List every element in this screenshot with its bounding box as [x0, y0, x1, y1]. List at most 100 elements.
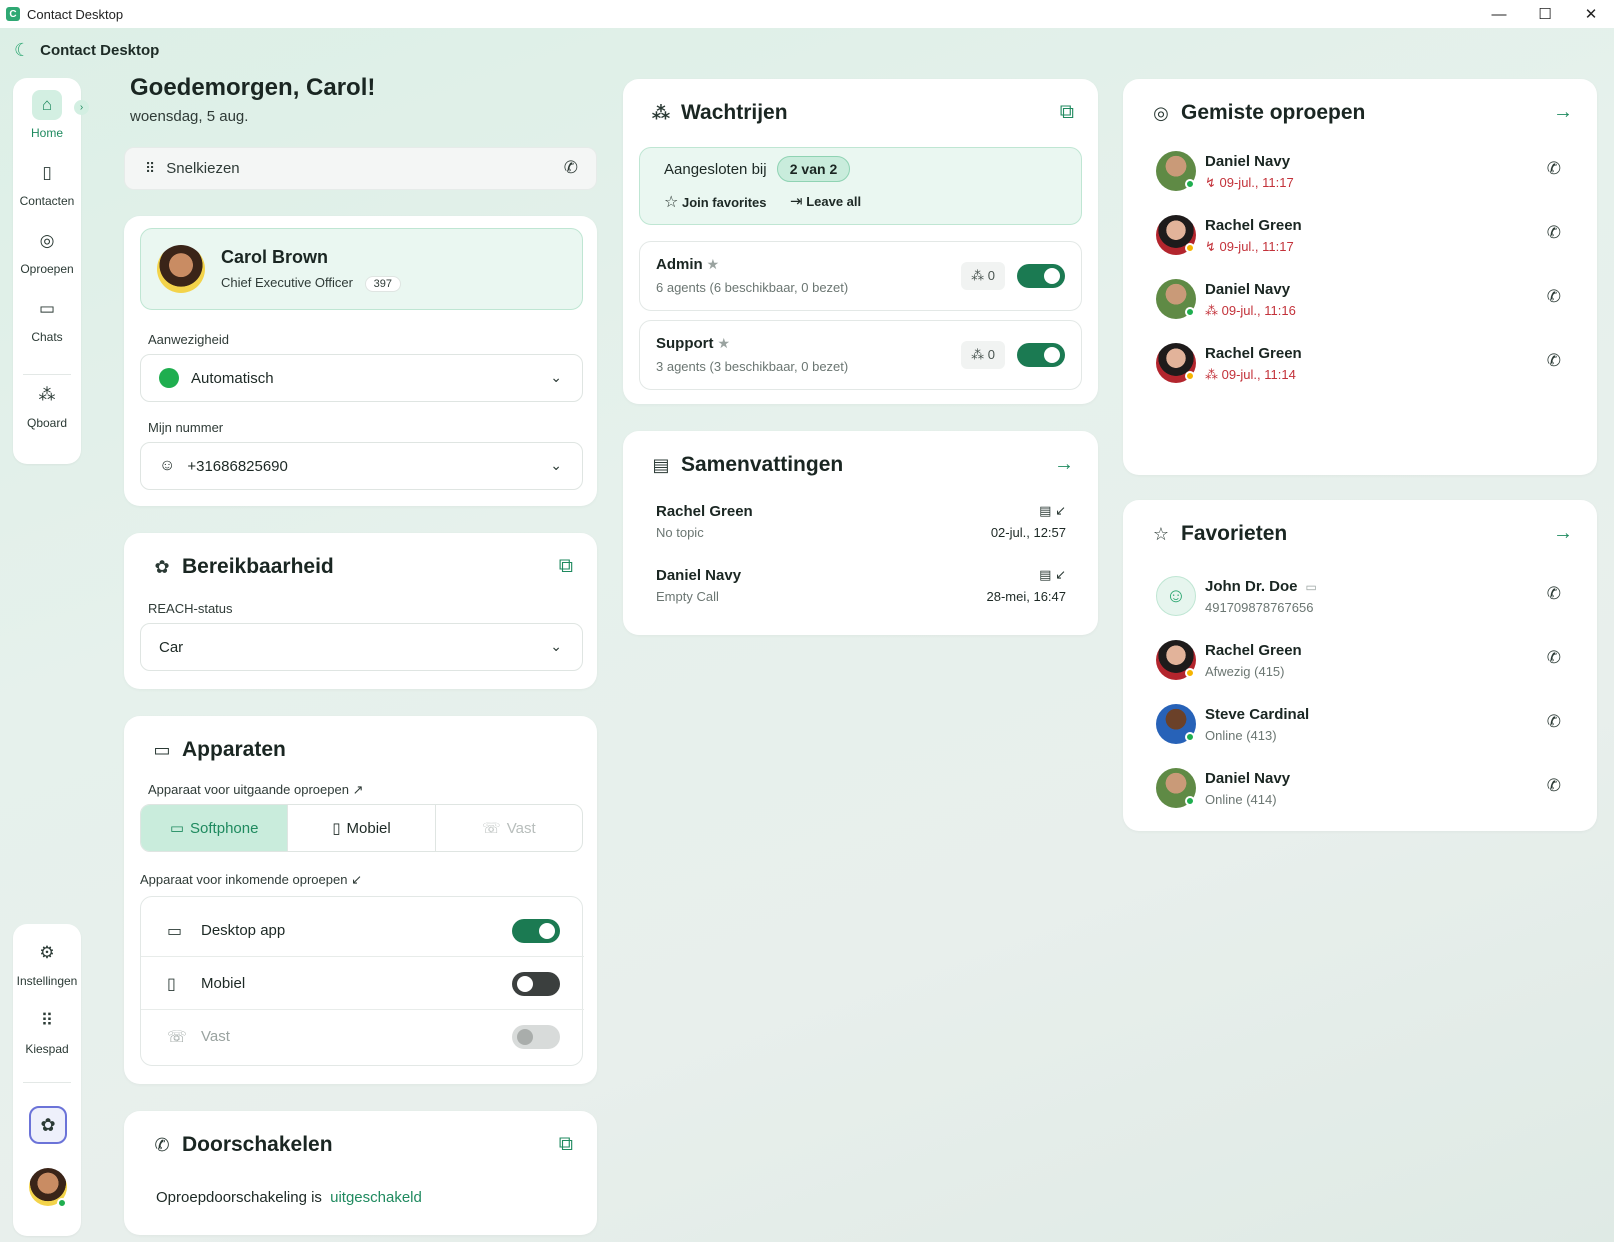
briefcase-icon: ▭	[1305, 580, 1317, 594]
queue-admin-toggle[interactable]	[1017, 264, 1065, 288]
nav-item-keypad[interactable]: ⠿ Kiespad	[13, 1006, 81, 1056]
minimize-button[interactable]: —	[1476, 0, 1522, 28]
summaries-card: ▤ Samenvattingen → Rachel Green No topic…	[623, 431, 1098, 635]
quickdial-input[interactable]: ⠿ Snelkiezen ✆	[124, 147, 597, 190]
incoming-label-text: Apparaat voor inkomende oproepen	[140, 872, 348, 887]
presence-select[interactable]: Automatisch ⌄	[140, 354, 583, 402]
home-icon: ⌂	[32, 90, 62, 120]
summary-item[interactable]: Rachel Green No topic ▤ ↙ 02-jul., 12:57	[623, 503, 1098, 563]
missed-call-row[interactable]: Rachel Green ↯ 09-jul., 11:17 ✆	[1123, 215, 1597, 271]
presence-value: Automatisch	[191, 369, 274, 387]
missed-call-row[interactable]: Daniel Navy ↯ 09-jul., 11:17 ✆	[1123, 151, 1597, 207]
maximize-button[interactable]: ☐	[1522, 0, 1568, 28]
phone-icon[interactable]: ✆	[1547, 712, 1561, 732]
arrow-right-icon[interactable]: →	[1054, 453, 1074, 476]
phone-icon[interactable]: ✆	[1547, 159, 1561, 179]
phone-forward-icon: ✆	[154, 1134, 170, 1155]
external-link-icon[interactable]: ⧉	[559, 555, 573, 578]
external-link-icon[interactable]: ⧉	[1060, 101, 1074, 124]
phone-icon[interactable]: ✆	[1547, 351, 1561, 371]
fixed-toggle[interactable]	[512, 1025, 560, 1049]
close-button[interactable]: ✕	[1568, 0, 1614, 28]
presence-dot	[1185, 371, 1195, 381]
number-select[interactable]: ☺ +31686825690 ⌄	[140, 442, 583, 490]
desktop-app-toggle[interactable]	[512, 919, 560, 943]
missed-call-icon: ◎	[1153, 102, 1169, 123]
missed-call-row[interactable]: Rachel Green ⁂ 09-jul., 11:14 ✆	[1123, 343, 1597, 399]
outgoing-option-mobile[interactable]: ▯ Mobiel	[288, 805, 436, 851]
favorite-row[interactable]: Daniel Navy Online (414) ✆	[1123, 768, 1597, 824]
favorites-card: ☆ Favorieten → ☺ John Dr. Doe ▭ 491709878…	[1123, 500, 1597, 831]
arrow-right-icon[interactable]: →	[1553, 522, 1573, 545]
contact-name: Rachel Green	[1205, 217, 1302, 234]
reach-title-text: Bereikbaarheid	[182, 555, 334, 578]
profile-header: Carol Brown Chief Executive Officer 397	[140, 228, 583, 310]
summary-doc-icon: ▤	[1039, 503, 1052, 518]
favorite-row[interactable]: ☺ John Dr. Doe ▭ 491709878767656 ✆	[1123, 576, 1597, 632]
mobile-toggle[interactable]	[512, 972, 560, 996]
reach-status-button[interactable]: ✿	[29, 1106, 67, 1144]
phone-icon[interactable]: ✆	[1547, 648, 1561, 668]
nav-item-chats[interactable]: ▭ Chats	[13, 294, 81, 344]
profile-card: Carol Brown Chief Executive Officer 397 …	[124, 216, 597, 506]
greeting-date: woensdag, 5 aug.	[130, 108, 249, 125]
phone-icon[interactable]: ✆	[1547, 776, 1561, 796]
app-logo-icon: C	[6, 7, 20, 21]
phone-icon[interactable]: ✆	[1547, 584, 1561, 604]
qboard-icon: ⁂	[38, 385, 56, 404]
phone-icon[interactable]: ✆	[1547, 287, 1561, 307]
phone-icon[interactable]: ✆	[1547, 223, 1561, 243]
missed-time-text: 09-jul., 11:17	[1219, 239, 1294, 254]
nav-item-contacts[interactable]: ▯ Contacten	[13, 158, 81, 208]
summary-topic: No topic	[656, 525, 704, 540]
chevron-down-icon: ⌄	[550, 369, 562, 385]
summary-icons: ▤ ↙	[1039, 503, 1066, 519]
forwarding-card: ✆ Doorschakelen ⧉ Oproepdoorschakeling i…	[124, 1111, 597, 1235]
queue-agents: 3 agents (3 beschikbaar, 0 bezet)	[656, 359, 849, 374]
leave-all-button[interactable]: ⇥ Leave all	[790, 192, 861, 210]
nav-item-home[interactable]: ⌂ Home	[13, 90, 81, 140]
device-label: Mobiel	[201, 975, 246, 992]
quickdial-placeholder: Snelkiezen	[166, 160, 240, 177]
nav-item-calls[interactable]: ◎ Oproepen	[13, 226, 81, 276]
incoming-device-fixed: ☏ Vast	[141, 1011, 584, 1063]
mobile-icon: ▯	[332, 820, 341, 837]
queue-item-admin: Admin ★ 6 agents (6 beschikbaar, 0 bezet)…	[639, 241, 1082, 311]
queues-title-text: Wachtrijen	[681, 101, 788, 124]
missed-call-row[interactable]: Daniel Navy ⁂ 09-jul., 11:16 ✆	[1123, 279, 1597, 335]
contact-sub: Online (413)	[1205, 728, 1277, 743]
contact-name: Rachel Green	[1205, 642, 1302, 659]
star-icon[interactable]: ★	[707, 256, 720, 272]
missed-calls-title-text: Gemiste oproepen	[1181, 101, 1366, 124]
external-link-icon[interactable]: ⧉	[559, 1133, 573, 1156]
option-label: Mobiel	[346, 819, 391, 837]
app-header: ☾ Contact Desktop	[14, 40, 159, 61]
reach-status-select[interactable]: Car ⌄	[140, 623, 583, 671]
nav-item-qboard[interactable]: ⁂ Qboard	[13, 380, 81, 430]
missed-time-text: 09-jul., 11:14	[1221, 367, 1296, 382]
arrow-right-icon[interactable]: →	[1553, 101, 1573, 124]
chevron-down-icon: ⌄	[550, 457, 562, 473]
queue-support-toggle[interactable]	[1017, 343, 1065, 367]
nav-item-settings[interactable]: ⚙ Instellingen	[13, 938, 81, 988]
devices-icon: ▭	[153, 739, 171, 760]
calls-icon: ◎	[39, 231, 55, 250]
summary-item[interactable]: Daniel Navy Empty Call ▤ ↙ 28-mei, 16:47	[623, 567, 1098, 627]
contact-sub: 491709878767656	[1205, 600, 1314, 615]
join-favorites-button[interactable]: ☆ Join favorites	[664, 192, 767, 212]
favorite-row[interactable]: Rachel Green Afwezig (415) ✆	[1123, 640, 1597, 696]
presence-dot	[1185, 179, 1195, 189]
missed-call-time: ↯ 09-jul., 11:17	[1205, 239, 1294, 255]
phone-icon[interactable]: ✆	[564, 158, 578, 178]
expand-nav-button[interactable]: ›	[74, 100, 89, 115]
contact-name: Daniel Navy	[1205, 281, 1291, 298]
greeting-title: Goedemorgen, Carol!	[130, 74, 376, 101]
star-icon[interactable]: ★	[718, 335, 731, 351]
missed-calls-title: ◎ Gemiste oproepen	[1151, 101, 1365, 125]
summary-time: 02-jul., 12:57	[990, 525, 1066, 540]
favorite-row[interactable]: Steve Cardinal Online (413) ✆	[1123, 704, 1597, 760]
outgoing-option-fixed[interactable]: ☏ Vast	[436, 805, 582, 851]
outgoing-option-softphone[interactable]: ▭ Softphone	[141, 805, 289, 851]
forwarding-status-link[interactable]: uitgeschakeld	[330, 1189, 422, 1206]
keypad-icon: ⠿	[40, 1011, 54, 1030]
